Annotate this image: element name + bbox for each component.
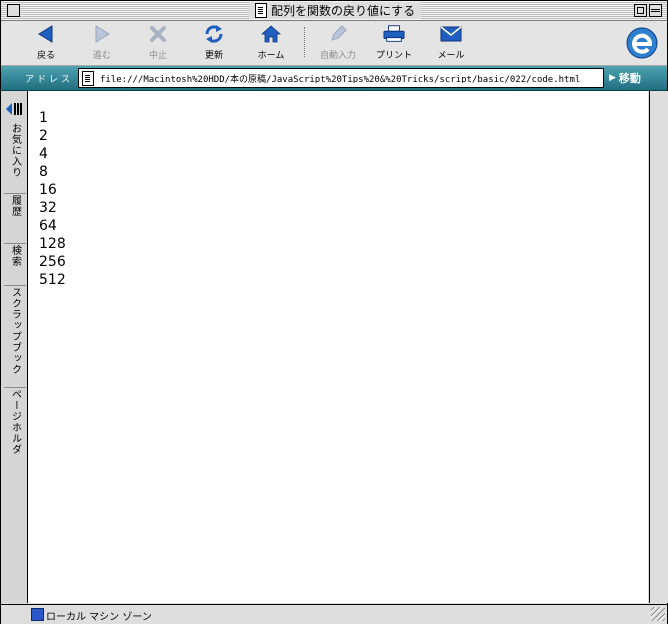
list-item: 1	[39, 110, 48, 126]
tab-page-holder-label: ページホルダ	[9, 389, 21, 455]
resize-handle[interactable]	[651, 607, 665, 621]
vertical-scrollbar[interactable]	[649, 91, 668, 603]
print-label: プリント	[375, 51, 412, 61]
output-list: 1 2 4 8 16 32 64 128 256 512	[39, 109, 66, 289]
refresh-icon	[203, 23, 225, 45]
document-icon	[255, 3, 267, 18]
stop-button[interactable]: 中止	[130, 23, 186, 63]
ie-logo-icon[interactable]	[625, 26, 659, 60]
tab-scrapbook[interactable]: スクラップブック	[4, 287, 26, 388]
tab-page-holder[interactable]: ページホルダ	[4, 389, 26, 467]
address-bar: アドレス : ▶ 移動	[1, 66, 667, 91]
tab-scrapbook-label: スクラップブック	[9, 287, 21, 375]
toolbar-separator	[304, 27, 305, 57]
mail-button[interactable]: メール	[423, 23, 479, 63]
tab-history[interactable]: 履歴	[4, 195, 26, 244]
mail-label: メール	[437, 51, 465, 61]
print-button[interactable]: プリント	[366, 23, 422, 63]
explorer-bar: お気に入り 履歴 検索 スクラップブック ページホルダ	[1, 91, 28, 603]
zoom-box[interactable]	[634, 4, 647, 17]
status-bar: ローカル マシン ゾーン	[1, 604, 667, 624]
tab-favorites[interactable]: お気に入り	[4, 123, 26, 194]
autofill-label: 自動入力	[319, 51, 356, 61]
collapse-box[interactable]	[649, 4, 662, 17]
autofill-icon	[327, 23, 349, 45]
list-item: 128	[39, 236, 66, 252]
home-button[interactable]: ホーム	[243, 23, 299, 63]
tab-search[interactable]: 検索	[4, 245, 26, 286]
home-label: ホーム	[257, 51, 285, 61]
toolbar: 戻る 進む 中止 更新 ホーム 自動入力 プリント メール	[1, 21, 667, 66]
go-label: 移動	[618, 72, 641, 85]
list-item: 4	[39, 146, 48, 162]
tab-history-label: 履歴	[9, 195, 21, 217]
list-item: 256	[39, 254, 66, 270]
list-item: 8	[39, 164, 48, 180]
forward-label: 進む	[92, 51, 111, 61]
go-button[interactable]: ▶ 移動	[609, 69, 641, 87]
back-arrow-icon	[35, 23, 57, 45]
address-field[interactable]	[78, 68, 604, 88]
zone-icon	[31, 608, 44, 621]
close-box[interactable]	[7, 4, 20, 17]
window-title: 配列を関数の戻り値にする	[249, 2, 422, 19]
status-text: ローカル マシン ゾーン	[46, 612, 152, 623]
window-title-text: 配列を関数の戻り値にする	[271, 4, 416, 18]
refresh-label: 更新	[204, 51, 223, 61]
back-button[interactable]: 戻る	[18, 23, 74, 63]
stop-icon	[147, 23, 169, 45]
address-label: アドレス :	[25, 75, 85, 85]
list-item: 32	[39, 200, 57, 216]
mail-icon	[440, 23, 462, 45]
list-item: 512	[39, 272, 66, 288]
autofill-button[interactable]: 自動入力	[310, 23, 366, 63]
back-label: 戻る	[36, 51, 55, 61]
list-item: 2	[39, 128, 48, 144]
stop-label: 中止	[148, 51, 167, 61]
url-input[interactable]	[100, 73, 600, 83]
home-icon	[260, 23, 282, 45]
list-item: 64	[39, 218, 57, 234]
forward-button[interactable]: 進む	[74, 23, 130, 63]
printer-icon	[383, 23, 405, 45]
title-bar[interactable]: 配列を関数の戻り値にする	[1, 1, 667, 21]
tab-search-label: 検索	[9, 245, 21, 267]
explorer-toggle-icon[interactable]	[5, 101, 25, 117]
browser-window: 配列を関数の戻り値にする 戻る 進む 中止 更新 ホーム 自動入力 プリント メ…	[0, 0, 668, 624]
page-content: 1 2 4 8 16 32 64 128 256 512	[28, 91, 648, 603]
tab-favorites-label: お気に入り	[9, 123, 21, 178]
page-icon[interactable]	[82, 70, 94, 86]
list-item: 16	[39, 182, 57, 198]
forward-arrow-icon	[91, 23, 113, 45]
go-arrow-icon: ▶	[609, 73, 616, 83]
refresh-button[interactable]: 更新	[186, 23, 242, 63]
